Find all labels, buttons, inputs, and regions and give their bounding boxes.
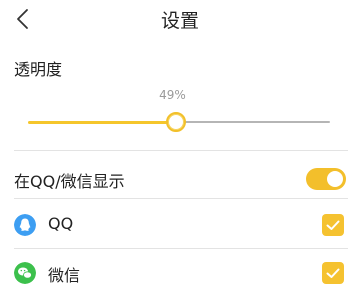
display-toggle-label: 在QQ/微信显示 <box>14 172 125 191</box>
checkmark-icon <box>326 268 340 278</box>
app-label-qq: QQ <box>48 214 74 233</box>
divider <box>14 248 348 249</box>
transparency-label: 透明度 <box>14 60 63 79</box>
app-label-wechat: 微信 <box>48 266 81 285</box>
transparency-percent: 49% <box>159 88 186 102</box>
slider-track-empty <box>184 121 330 123</box>
slider-thumb[interactable] <box>166 112 186 132</box>
qq-checkbox[interactable] <box>322 214 344 236</box>
page-title: 设置 <box>160 10 199 32</box>
transparency-slider[interactable] <box>28 110 330 134</box>
display-toggle-row: 在QQ/微信显示 <box>0 160 360 200</box>
header: 设置 <box>0 0 360 42</box>
divider <box>14 150 348 151</box>
display-toggle[interactable] <box>306 168 346 190</box>
app-row-wechat[interactable]: 微信 <box>0 256 360 296</box>
app-row-qq[interactable]: QQ <box>0 208 360 248</box>
qq-icon <box>14 214 36 236</box>
wechat-icon <box>14 262 36 284</box>
slider-track-filled <box>28 121 168 124</box>
checkmark-icon <box>326 220 340 230</box>
divider <box>14 198 348 199</box>
toggle-knob <box>327 171 343 187</box>
wechat-checkbox[interactable] <box>322 262 344 284</box>
